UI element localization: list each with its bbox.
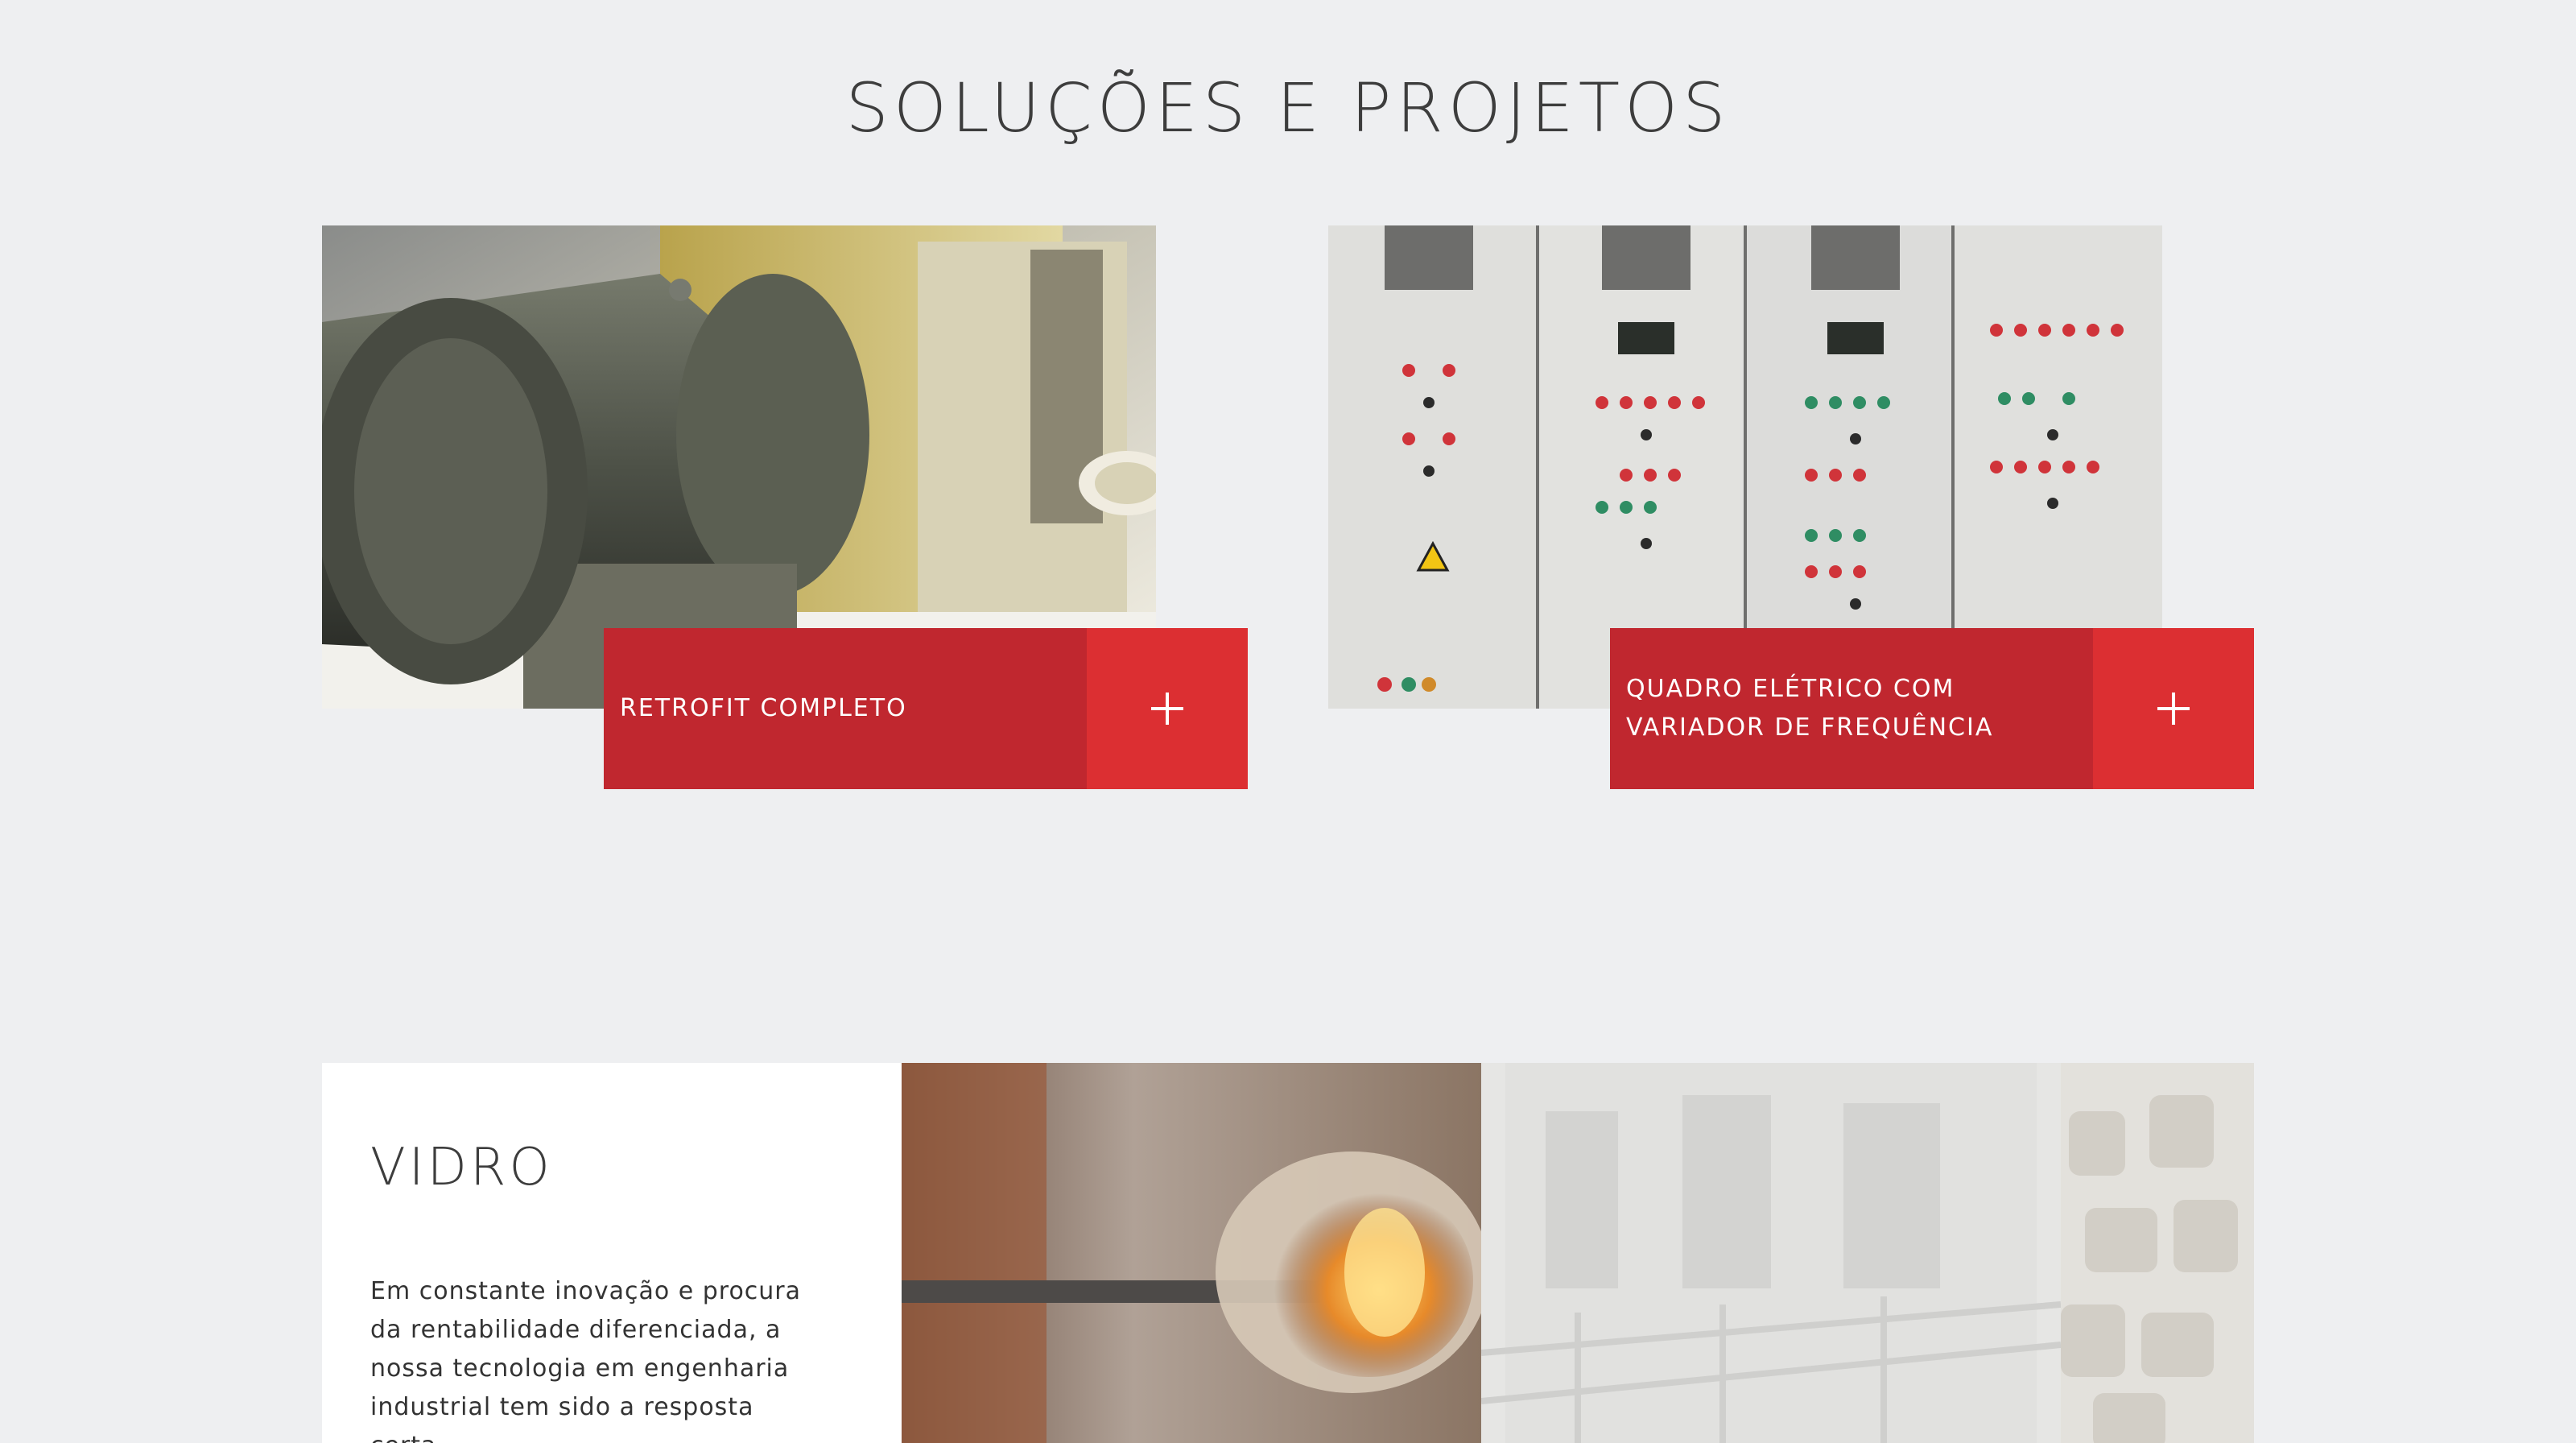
project-caption-retrofit[interactable]: RETROFIT COMPLETO bbox=[604, 628, 1248, 789]
sector-panel-vidro: VIDRO Em constante inovação e procura da… bbox=[322, 1063, 902, 1443]
project-card-retrofit[interactable]: RETROFIT COMPLETO bbox=[322, 225, 1248, 789]
project-caption-quadro-eletrico[interactable]: QUADRO ELÉTRICO COM VARIADOR DE FREQUÊNC… bbox=[1610, 628, 2254, 789]
sector-image-factory[interactable] bbox=[1481, 1063, 2061, 1443]
sector-image-cork[interactable] bbox=[2061, 1063, 2254, 1443]
project-card-quadro-eletrico[interactable]: QUADRO ELÉTRICO COM VARIADOR DE FREQUÊNC… bbox=[1328, 225, 2254, 789]
section-title: SOLUÇÕES E PROJETOS bbox=[845, 68, 1731, 147]
sector-description-vidro: Em constante inovação e procura da renta… bbox=[370, 1277, 802, 1443]
project-label-quadro-eletrico: QUADRO ELÉTRICO COM VARIADOR DE FREQUÊNC… bbox=[1610, 628, 2093, 789]
plus-icon bbox=[1151, 693, 1183, 725]
sector-image-glass[interactable] bbox=[902, 1063, 1481, 1443]
sector-strip: VIDRO Em constante inovação e procura da… bbox=[322, 1063, 2254, 1443]
expand-button-retrofit[interactable] bbox=[1087, 628, 1248, 789]
sector-title-vidro: VIDRO bbox=[370, 1138, 553, 1197]
plus-icon bbox=[2157, 693, 2190, 725]
expand-button-quadro-eletrico[interactable] bbox=[2093, 628, 2254, 789]
project-label-retrofit: RETROFIT COMPLETO bbox=[604, 628, 1087, 789]
